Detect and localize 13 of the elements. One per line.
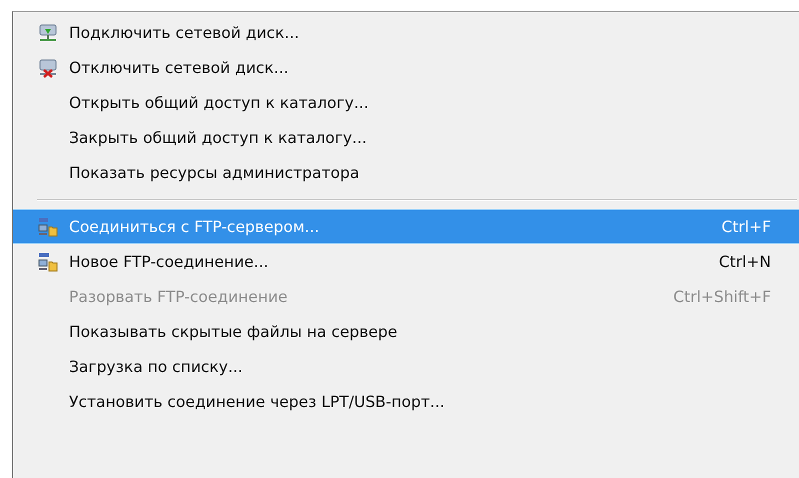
menu-item[interactable]: Показать ресурсы администратора <box>13 155 799 190</box>
menu-item[interactable]: Открыть общий доступ к каталогу... <box>13 85 799 120</box>
menu-item[interactable]: Новое FTP-соединение... Ctrl+N <box>13 244 799 279</box>
menu-item[interactable]: Показывать скрытые файлы на сервере <box>13 314 799 349</box>
network-drive-icon <box>38 22 58 42</box>
computer-folder-icon <box>38 252 58 272</box>
menu-item[interactable]: Загрузка по списку... <box>13 349 799 384</box>
menu-item[interactable]: Отключить сетевой диск... <box>13 50 799 85</box>
computer-folder-icon <box>38 216 58 236</box>
menu-item[interactable]: Закрыть общий доступ к каталогу... <box>13 120 799 155</box>
network-drive-icon <box>38 58 58 78</box>
menu-item[interactable]: Подключить сетевой диск... <box>13 15 799 50</box>
menu-item[interactable]: Установить соединение через LPT/USB-порт... <box>13 384 799 419</box>
